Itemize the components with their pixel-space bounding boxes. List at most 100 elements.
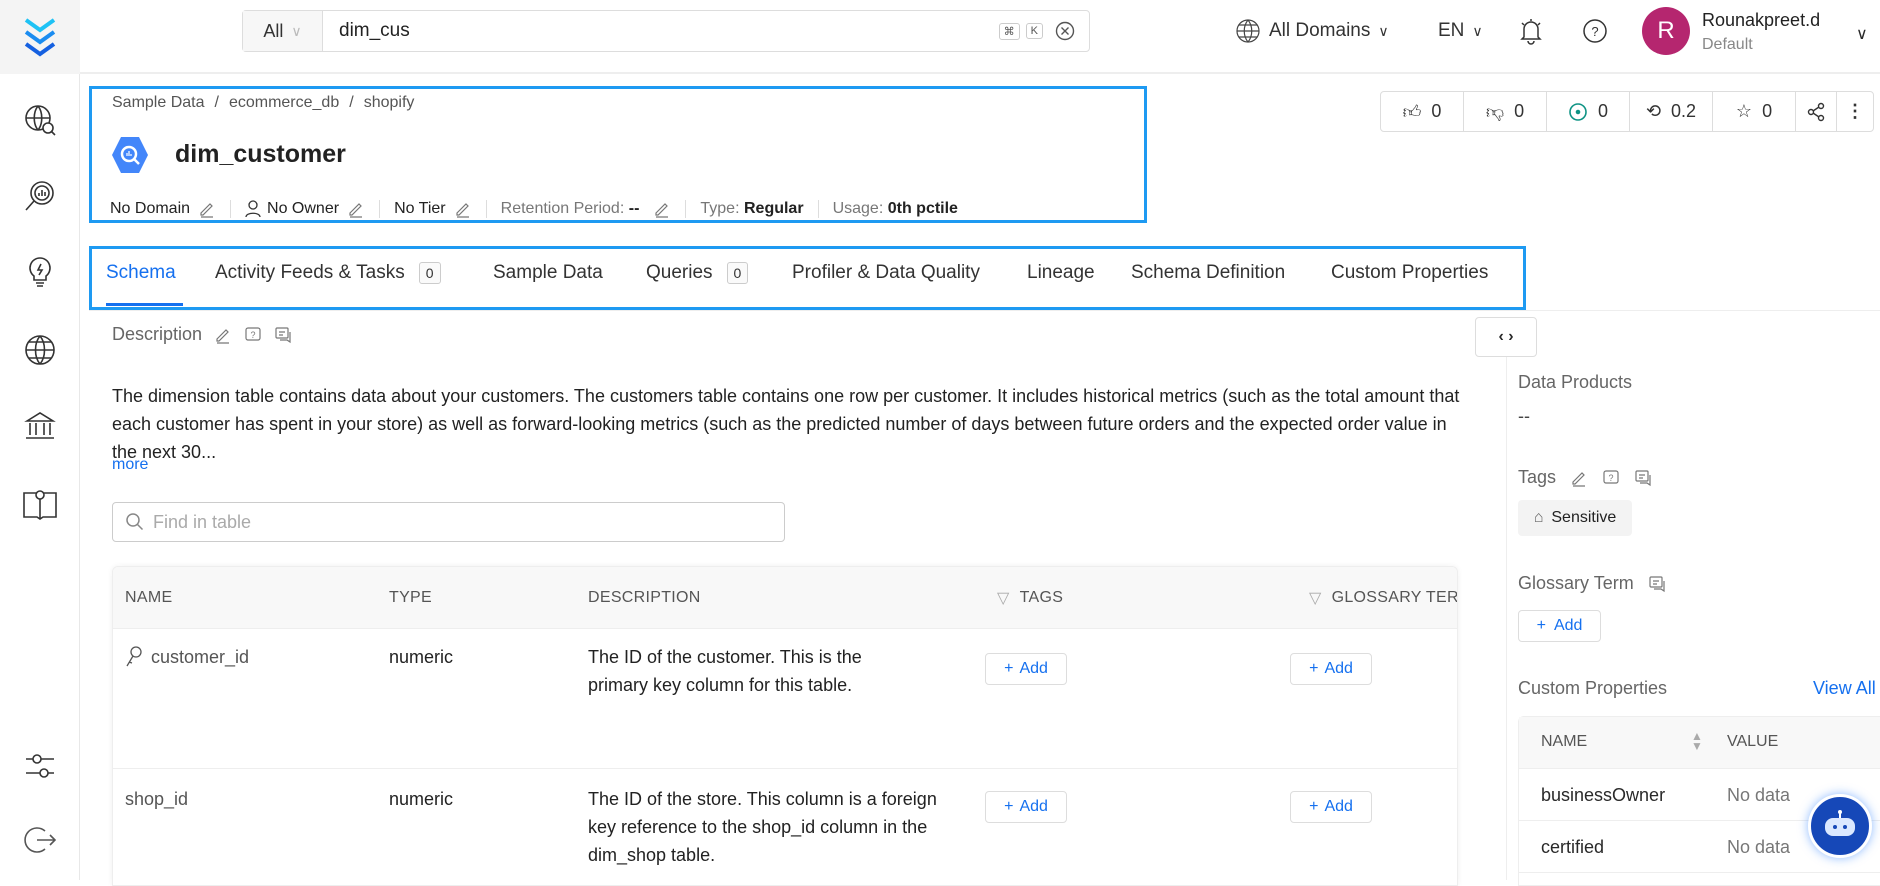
- notifications-bell-icon[interactable]: [1518, 14, 1544, 48]
- tags-header: Tags ?: [1518, 467, 1652, 488]
- user-avatar[interactable]: R: [1642, 7, 1690, 55]
- edit-description-icon[interactable]: [214, 326, 232, 344]
- view-all-link[interactable]: View All: [1813, 678, 1876, 699]
- tag-label: Sensitive: [1551, 509, 1617, 526]
- ai-assistant-bot-button[interactable]: [1808, 794, 1872, 858]
- logout-icon[interactable]: [20, 820, 60, 860]
- table-header: [113, 567, 1457, 629]
- request-tags-icon[interactable]: ?: [1602, 469, 1620, 487]
- domains-globe-icon[interactable]: [20, 330, 60, 370]
- tab-profiler[interactable]: Profiler & Data Quality: [792, 262, 980, 284]
- request-description-icon[interactable]: ?: [244, 326, 262, 344]
- governance-bank-icon[interactable]: [20, 406, 60, 446]
- star-button[interactable]: ☆ 0: [1713, 92, 1796, 131]
- right-panel-divider: [1506, 338, 1507, 880]
- language-selector[interactable]: EN ∨: [1438, 14, 1483, 48]
- svg-text:?: ?: [251, 330, 256, 340]
- add-tag-button[interactable]: + Add: [985, 791, 1067, 823]
- tab-label: Schema: [106, 262, 176, 283]
- more-options-icon[interactable]: ⋮: [1837, 92, 1873, 131]
- search-scope-select[interactable]: All ∨: [243, 11, 323, 51]
- follow-button[interactable]: 0: [1547, 92, 1630, 131]
- chevron-down-icon: ∨: [1378, 22, 1389, 39]
- user-icon: [245, 200, 261, 218]
- user-menu-chevron-icon[interactable]: ∨: [1856, 24, 1868, 44]
- edit-domain-icon[interactable]: [198, 200, 216, 218]
- conversation-icon[interactable]: [1648, 575, 1666, 593]
- column-header-description[interactable]: DESCRIPTION: [588, 567, 701, 629]
- find-placeholder: Find in table: [153, 511, 252, 532]
- tab-label: Lineage: [1027, 262, 1095, 283]
- filter-icon[interactable]: ▽: [997, 588, 1010, 608]
- app-logo[interactable]: [0, 0, 80, 74]
- edit-tier-icon[interactable]: [454, 200, 472, 218]
- tab-label: Profiler & Data Quality: [792, 262, 980, 283]
- sort-icon[interactable]: ▲ ▼: [1691, 730, 1703, 752]
- breadcrumb-item[interactable]: ecommerce_db: [229, 94, 339, 112]
- more-link[interactable]: more: [112, 456, 148, 474]
- tab-count: 0: [726, 262, 749, 284]
- user-role: Default: [1702, 36, 1753, 53]
- tab-sample-data[interactable]: Sample Data: [493, 262, 603, 284]
- tab-queries[interactable]: Queries 0: [646, 262, 749, 284]
- history-icon: ⟲: [1645, 101, 1662, 121]
- explore-globe-icon[interactable]: [20, 100, 60, 140]
- tab-count: 0: [418, 262, 441, 284]
- breadcrumb-item[interactable]: shopify: [364, 94, 415, 112]
- lightbulb-icon[interactable]: [20, 252, 60, 292]
- tab-label: Schema Definition: [1131, 262, 1286, 283]
- tab-schema-definition[interactable]: Schema Definition: [1131, 262, 1285, 284]
- glossary-book-icon[interactable]: [20, 484, 60, 524]
- tag-chip-sensitive[interactable]: ⌂ Sensitive: [1518, 500, 1632, 536]
- cp-name: certified: [1541, 837, 1605, 857]
- add-glossary-button[interactable]: + Add: [1290, 653, 1372, 685]
- tab-custom-properties[interactable]: Custom Properties: [1331, 262, 1488, 284]
- entity-title: dim_customer: [175, 140, 346, 168]
- column-header-glossary[interactable]: ▽ GLOSSARY TERMS: [1309, 567, 1457, 629]
- add-label: Add: [1324, 798, 1353, 815]
- tab-lineage[interactable]: Lineage: [1027, 262, 1095, 284]
- domain-selector[interactable]: All Domains ∨: [1235, 14, 1389, 48]
- clear-search-icon[interactable]: [1055, 21, 1075, 41]
- edit-owner-icon[interactable]: [347, 200, 365, 218]
- conversation-icon[interactable]: [274, 326, 292, 344]
- filter-icon[interactable]: ▽: [1309, 588, 1322, 608]
- add-glossary-term-button[interactable]: + Add: [1518, 610, 1601, 642]
- column-name[interactable]: customer_id: [151, 643, 249, 671]
- breadcrumb-item[interactable]: Sample Data: [112, 94, 205, 112]
- column-header-tags[interactable]: ▽ TAGS: [997, 567, 1063, 629]
- edit-tags-icon[interactable]: [1570, 469, 1588, 487]
- tab-schema[interactable]: Schema: [106, 262, 176, 284]
- version-button[interactable]: ⟲ 0.2: [1630, 92, 1713, 131]
- column-name[interactable]: shop_id: [125, 785, 188, 813]
- collapse-panel-toggle[interactable]: ‹ ›: [1475, 317, 1537, 357]
- share-button[interactable]: [1796, 92, 1837, 131]
- find-in-table-input[interactable]: Find in table: [112, 502, 785, 542]
- tier-value: No Tier: [394, 200, 446, 217]
- global-search[interactable]: All ∨ dim_cus ⌘ K: [242, 10, 1090, 52]
- column-description: The ID of the store. This column is a fo…: [588, 789, 937, 865]
- tab-activity-feeds[interactable]: Activity Feeds & Tasks 0: [215, 262, 441, 284]
- search-input[interactable]: dim_cus: [323, 20, 999, 42]
- type-label: Type:: [700, 200, 740, 217]
- left-sidebar: [0, 0, 80, 880]
- column-header-type[interactable]: TYPE: [389, 567, 432, 629]
- help-icon[interactable]: ?: [1582, 14, 1608, 48]
- cp-column-name[interactable]: NAME: [1541, 733, 1587, 751]
- cp-column-value: VALUE: [1727, 733, 1779, 750]
- downvote-button[interactable]: 👎︎ 0: [1464, 92, 1547, 131]
- column-header-name[interactable]: NAME: [125, 567, 172, 629]
- data-insights-icon[interactable]: [20, 176, 60, 216]
- conversation-icon[interactable]: [1634, 469, 1652, 487]
- entity-actions: 👍︎ 0 👎︎ 0 0 ⟲ 0.2 ☆ 0 ⋮: [1380, 91, 1874, 132]
- upvote-button[interactable]: 👍︎ 0: [1381, 92, 1464, 131]
- edit-retention-icon[interactable]: [653, 200, 671, 218]
- add-glossary-button[interactable]: + Add: [1290, 791, 1372, 823]
- code-chevrons-icon: ‹ ›: [1498, 328, 1514, 345]
- description-header: Description ?: [112, 324, 292, 345]
- add-label: Add: [1324, 660, 1353, 677]
- add-tag-button[interactable]: + Add: [985, 653, 1067, 685]
- settings-sliders-icon[interactable]: [20, 746, 60, 786]
- column-label: TAGS: [1019, 589, 1064, 606]
- owner-value: No Owner: [267, 200, 340, 217]
